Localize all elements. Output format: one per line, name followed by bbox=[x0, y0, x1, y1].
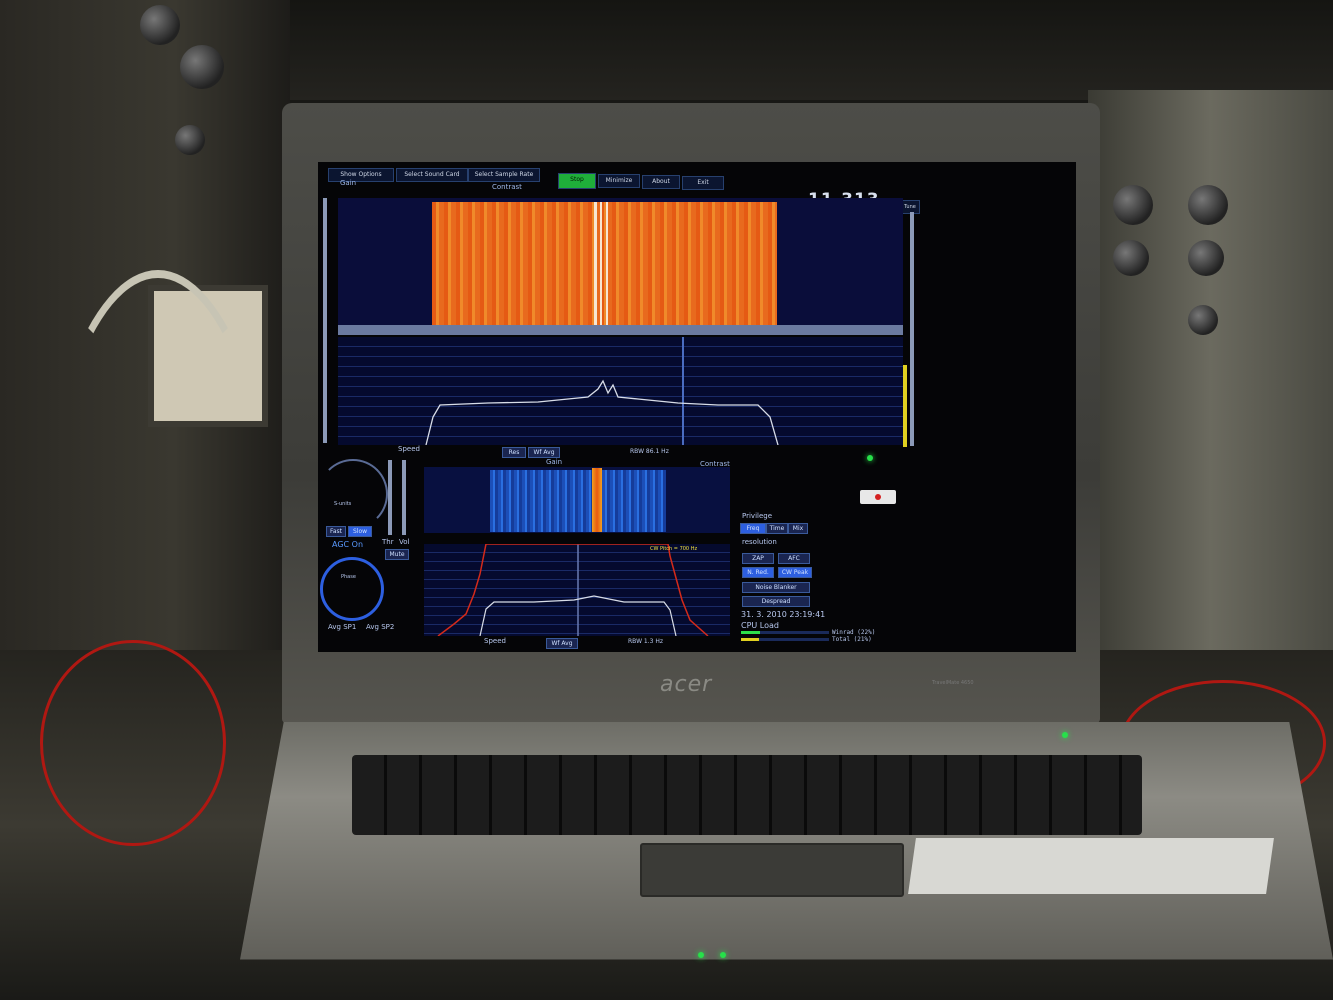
waterfall-carrier-line bbox=[606, 202, 608, 328]
keyboard bbox=[352, 755, 1142, 835]
laptop-model-label: TravelMate 4650 bbox=[932, 680, 974, 686]
noise-blanker-button[interactable]: Noise Blanker bbox=[742, 582, 810, 593]
lid-led bbox=[1062, 732, 1068, 738]
resolution-label: resolution bbox=[742, 538, 777, 546]
level-bar bbox=[903, 365, 907, 447]
privilege-time-tab[interactable]: Time bbox=[766, 523, 788, 534]
waterfall-carrier-line bbox=[600, 202, 602, 328]
show-options-button[interactable]: Show Options bbox=[328, 168, 394, 182]
cpu-total-label: Total (21%) bbox=[832, 636, 872, 643]
waterfall-signal-band bbox=[432, 202, 777, 328]
knob bbox=[1188, 240, 1224, 276]
knob bbox=[1113, 240, 1149, 276]
knob bbox=[1188, 185, 1228, 225]
activity-led bbox=[720, 952, 726, 958]
speed-label: Speed bbox=[398, 445, 420, 453]
rbw-sub-label: RBW 1.3 Hz bbox=[628, 638, 664, 645]
equipment-rack-left bbox=[0, 0, 290, 650]
knob bbox=[180, 45, 224, 89]
cw-peak-button[interactable]: CW Peak bbox=[778, 567, 812, 578]
zap-button[interactable]: ZAP bbox=[742, 553, 774, 564]
spectrum-trace bbox=[425, 379, 779, 446]
stop-button[interactable]: Stop bbox=[558, 173, 596, 189]
datetime-display: 31. 3. 2010 23:19:41 bbox=[741, 610, 826, 619]
frequency-axis bbox=[338, 325, 903, 335]
wf-avg-button[interactable]: Wf Avg bbox=[528, 447, 560, 458]
sub-spectrum-plot bbox=[437, 543, 709, 637]
noise-reduction-button[interactable]: N. Red. bbox=[742, 567, 774, 578]
filter-curve bbox=[437, 543, 709, 637]
thr-label: Thr bbox=[382, 538, 394, 546]
privilege-label: Privilege bbox=[742, 512, 773, 520]
select-sound-card-button[interactable]: Select Sound Card bbox=[396, 168, 468, 182]
vol-label: Vol bbox=[399, 538, 410, 546]
mute-button[interactable]: Mute bbox=[385, 549, 409, 560]
privilege-mix-tab[interactable]: Mix bbox=[788, 523, 808, 534]
privilege-freq-tab[interactable]: Freq bbox=[740, 523, 766, 534]
cpu-winrad-fill bbox=[741, 631, 761, 634]
equipment-rack-right bbox=[1088, 90, 1333, 650]
fast-button[interactable]: Fast bbox=[326, 526, 346, 537]
laptop-brand-logo: acer bbox=[660, 672, 713, 697]
main-spectrum[interactable] bbox=[338, 337, 903, 446]
sub-waterfall-carrier bbox=[592, 468, 602, 532]
record-button[interactable] bbox=[860, 490, 896, 504]
minimize-button[interactable]: Minimize bbox=[598, 174, 640, 188]
phase-scope: Phase bbox=[320, 557, 384, 621]
avg-sp2-label: Avg SP2 bbox=[366, 623, 395, 631]
slow-button[interactable]: Slow bbox=[348, 526, 372, 537]
cpu-winrad-bar bbox=[741, 631, 829, 634]
gain-label: Gain bbox=[340, 179, 357, 187]
red-cable bbox=[40, 640, 226, 846]
rbw-main-label: RBW 86.1 Hz bbox=[630, 448, 669, 455]
about-button[interactable]: About bbox=[642, 175, 680, 189]
knob bbox=[140, 5, 180, 45]
cw-pitch-label: CW Pitch = 700 Hz bbox=[650, 546, 698, 552]
sub-spectrum[interactable]: CW Pitch = 700 Hz bbox=[424, 543, 730, 637]
gain-slider[interactable] bbox=[323, 198, 327, 443]
cpu-winrad-label: Winrad (22%) bbox=[832, 629, 876, 636]
agc-label[interactable]: AGC On bbox=[332, 540, 363, 549]
power-led bbox=[698, 952, 704, 958]
touchpad bbox=[640, 843, 904, 897]
main-spectrum-plot bbox=[425, 337, 779, 446]
exit-button[interactable]: Exit bbox=[682, 176, 724, 190]
laptop-sticker bbox=[908, 838, 1274, 894]
vol-slider[interactable] bbox=[402, 460, 406, 535]
waterfall-carrier-line bbox=[594, 202, 597, 328]
phase-label: Phase bbox=[341, 574, 356, 580]
contrast-label: Contrast bbox=[492, 183, 522, 191]
res-button[interactable]: Res bbox=[502, 447, 526, 458]
s-meter-label: S-units bbox=[334, 501, 352, 507]
knob bbox=[1113, 185, 1153, 225]
s-meter bbox=[318, 459, 388, 529]
sub-waterfall-band bbox=[490, 470, 666, 532]
sub-wf-avg-button[interactable]: Wf Avg bbox=[546, 638, 578, 649]
status-led bbox=[867, 455, 873, 461]
cpu-total-fill bbox=[741, 638, 760, 641]
contrast-slider[interactable] bbox=[910, 212, 914, 446]
sub-gain-label: Gain bbox=[546, 458, 563, 466]
select-sample-rate-button[interactable]: Select Sample Rate bbox=[468, 168, 540, 182]
sub-speed-label: Speed bbox=[484, 637, 506, 645]
knob bbox=[1188, 305, 1218, 335]
record-icon bbox=[875, 494, 881, 500]
cpu-total-bar bbox=[741, 638, 829, 641]
thr-slider[interactable] bbox=[388, 460, 392, 535]
despread-button[interactable]: Despread bbox=[742, 596, 810, 607]
afc-button[interactable]: AFC bbox=[778, 553, 810, 564]
cpu-load-label: CPU Load bbox=[741, 621, 779, 630]
avg-sp1-label: Avg SP1 bbox=[328, 623, 357, 631]
equipment-rack-top bbox=[290, 0, 1333, 100]
knob bbox=[175, 125, 205, 155]
